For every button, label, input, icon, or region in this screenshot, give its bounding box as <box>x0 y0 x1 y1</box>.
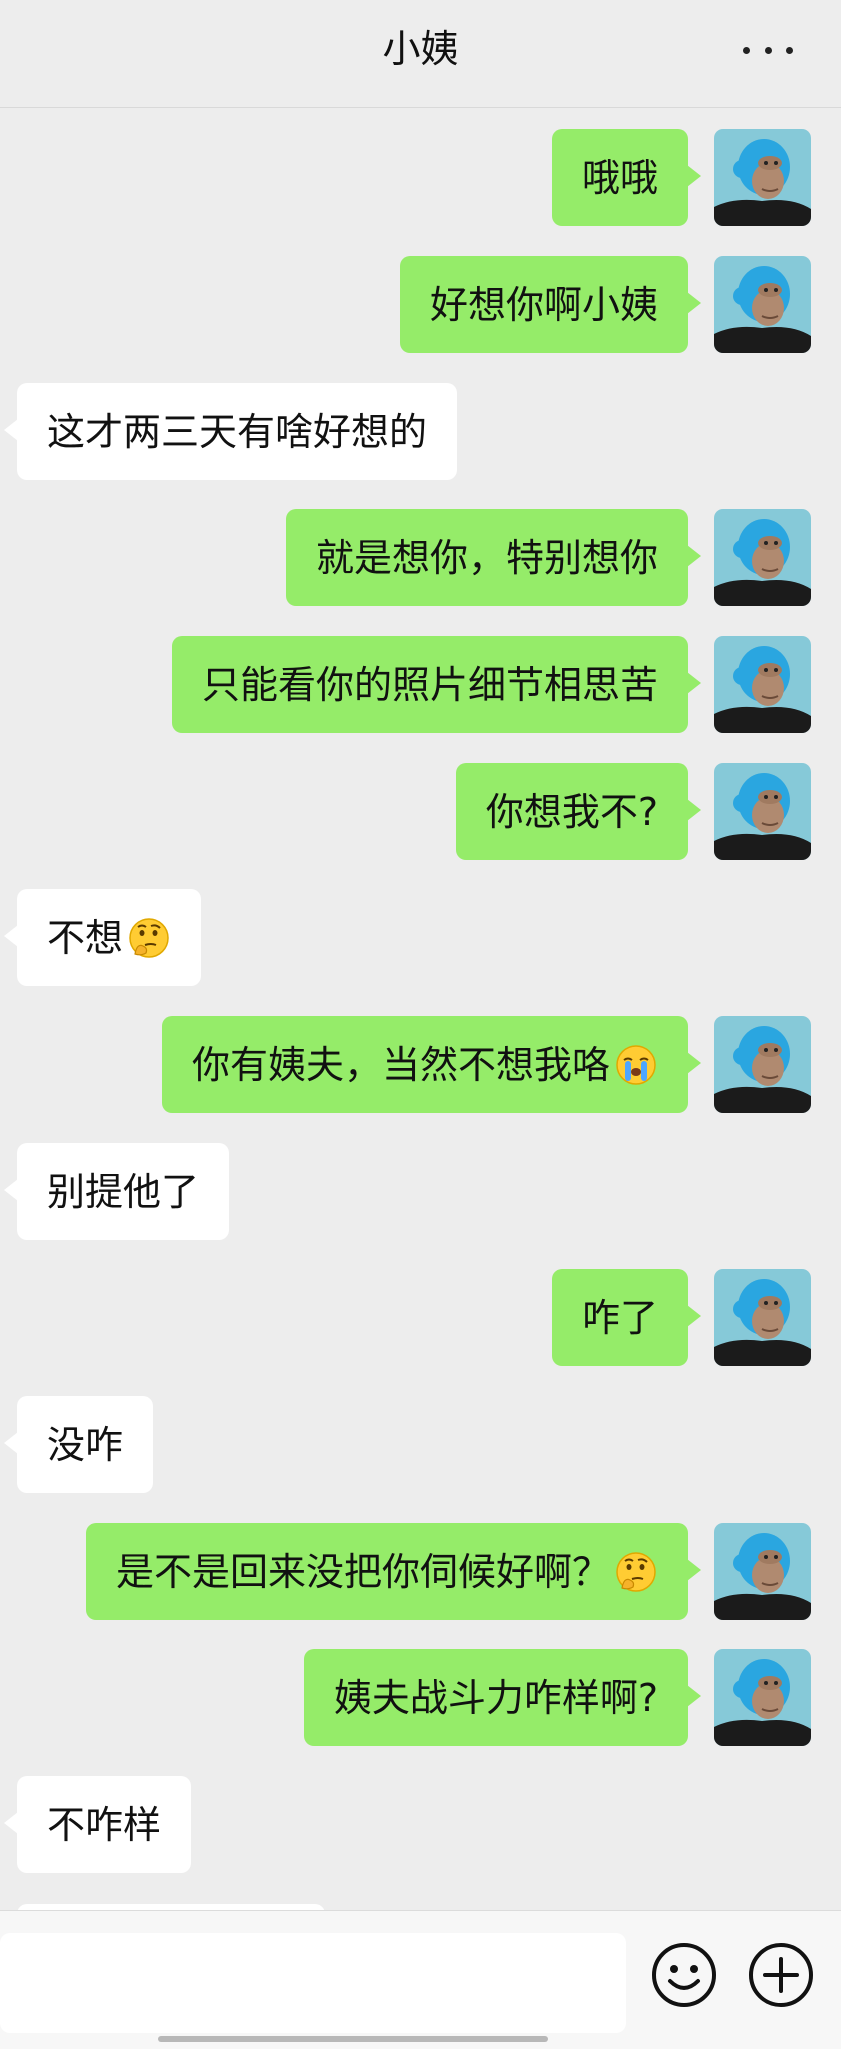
message-text: 好想你啊小姨 <box>429 282 658 327</box>
avatar[interactable] <box>714 1649 811 1746</box>
avatar[interactable] <box>714 1523 811 1620</box>
avatar[interactable] <box>714 1016 811 1113</box>
message-bubble-received[interactable]: 这才两三天有啥好想的 <box>3 383 458 480</box>
message-bubble-sent[interactable]: 你想我不? <box>455 763 702 860</box>
message-bubble-received[interactable]: 不想 <box>3 889 202 986</box>
message-bubble-received[interactable]: 不咋样 <box>3 1776 192 1873</box>
message-row: 别提他了 <box>0 1143 841 1243</box>
message-row: 好想你啊小姨 <box>0 256 841 356</box>
avatar[interactable] <box>714 509 811 606</box>
message-row: 咋了 <box>0 1269 841 1369</box>
message-row: 这才两三天有啥好想的 <box>0 383 841 483</box>
message-input[interactable] <box>0 1933 626 2033</box>
avatar[interactable] <box>714 763 811 860</box>
thinking-face-icon <box>614 1550 658 1594</box>
message-text: 只能看你的照片细节相思苦 <box>201 662 658 707</box>
message-row: 只能看你的照片细节相思苦 <box>0 636 841 736</box>
message-bubble-sent[interactable]: 是不是回来没把你伺候好啊？ <box>85 1523 702 1620</box>
message-bubble-sent[interactable]: 就是想你，特别想你 <box>285 509 702 606</box>
input-bar <box>0 1910 841 2049</box>
thinking-face-icon <box>127 916 171 960</box>
more-dots-icon[interactable] <box>743 30 793 70</box>
message-row: 就是想你，特别想你 <box>0 509 841 609</box>
message-text: 咋了 <box>581 1295 658 1340</box>
message-bubble-received[interactable]: 别提他了 <box>3 1143 230 1240</box>
avatar[interactable] <box>714 129 811 226</box>
chat-header: 小姨 <box>0 0 841 108</box>
avatar[interactable] <box>714 1269 811 1366</box>
message-text: 不想 <box>47 915 124 960</box>
avatar[interactable] <box>714 256 811 353</box>
crying-face-icon <box>614 1043 658 1087</box>
message-row: 不想 <box>0 889 841 989</box>
message-text: 别提他了 <box>47 1169 200 1214</box>
message-row: 没咋 <box>0 1396 841 1496</box>
message-text: 你想我不? <box>485 789 658 834</box>
message-bubble-received[interactable]: 没咋 <box>3 1396 154 1493</box>
home-indicator <box>158 2036 548 2042</box>
message-text: 哦哦 <box>581 155 658 200</box>
message-text: 这才两三天有啥好想的 <box>47 409 428 454</box>
message-text: 不咋样 <box>47 1802 162 1847</box>
smiley-icon[interactable] <box>650 1941 718 2009</box>
message-row: 是不是回来没把你伺候好啊？ <box>0 1523 841 1623</box>
message-text: 姨夫战斗力咋样啊? <box>333 1675 658 1720</box>
message-row: 姨夫战斗力咋样啊? <box>0 1649 841 1749</box>
avatar[interactable] <box>714 636 811 733</box>
message-text: 就是想你，特别想你 <box>315 535 658 580</box>
message-text: 是不是回来没把你伺候好啊？ <box>115 1549 610 1594</box>
chat-title: 小姨 <box>382 27 459 71</box>
message-row: 你想我不? <box>0 763 841 863</box>
message-bubble-sent[interactable]: 好想你啊小姨 <box>399 256 702 353</box>
message-bubble-sent[interactable]: 只能看你的照片细节相思苦 <box>171 636 702 733</box>
message-bubble-sent[interactable]: 姨夫战斗力咋样啊? <box>303 1649 702 1746</box>
message-text: 没咋 <box>47 1422 124 1467</box>
plus-circle-icon[interactable] <box>747 1941 815 2009</box>
message-row: 哦哦 <box>0 129 841 229</box>
message-bubble-sent[interactable]: 你有姨夫，当然不想我咯 <box>161 1016 702 1113</box>
message-row: 不咋样 <box>0 1776 841 1876</box>
message-text: 你有姨夫，当然不想我咯 <box>191 1042 610 1087</box>
message-row: 你有姨夫，当然不想我咯 <box>0 1016 841 1116</box>
message-bubble-sent[interactable]: 哦哦 <box>551 129 702 226</box>
message-list[interactable]: 哦哦 好想你啊小姨 这才两三天有啥好想的 就是想你，特别想你 只能看你的照片细节… <box>0 107 841 1910</box>
message-bubble-sent[interactable]: 咋了 <box>551 1269 702 1366</box>
